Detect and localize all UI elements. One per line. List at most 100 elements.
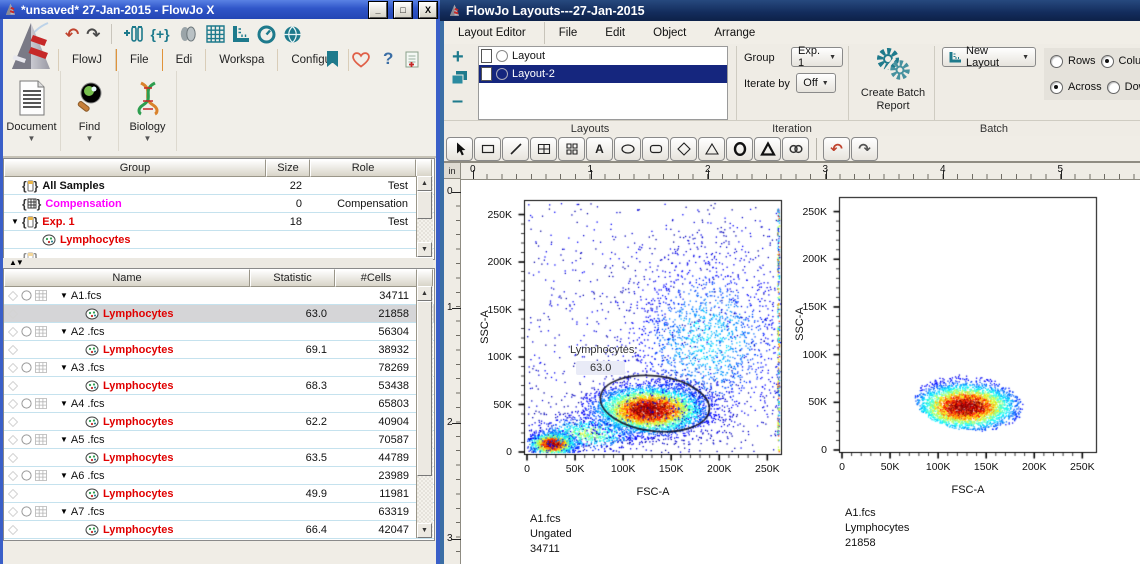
scroll-down-button[interactable]: ▼	[417, 242, 432, 257]
layout-item-layout-2[interactable]: Layout-2	[479, 65, 727, 83]
menu-file[interactable]: File	[545, 22, 592, 44]
layout-item-layout[interactable]: Layout	[479, 47, 727, 65]
copy-layout-button[interactable]	[451, 70, 469, 86]
sample-row[interactable]: ▼ A7 .fcs 63319	[4, 503, 434, 521]
gate-row[interactable]: Lymphocytes 63.0 21858	[4, 305, 434, 323]
schedule-button[interactable]	[257, 25, 276, 44]
group-row[interactable]: {} All Samples 22 Test	[4, 177, 434, 195]
document-button[interactable]: Document ▼	[3, 71, 61, 151]
grid-tool-button[interactable]	[558, 136, 585, 161]
dot-plot-1[interactable]	[512, 194, 794, 473]
add-group-button[interactable]: {+}	[151, 26, 170, 42]
remove-layout-button[interactable]: –	[452, 90, 463, 113]
group-col-group[interactable]: Group	[4, 159, 266, 177]
line-tool-button[interactable]	[502, 136, 529, 161]
group-col-role[interactable]: Role	[310, 159, 416, 177]
expander-icon[interactable]: ▼	[60, 507, 68, 516]
sample-row[interactable]: ▼ A1.fcs 34711	[4, 287, 434, 305]
radio-column[interactable]	[1100, 54, 1114, 68]
redo-button[interactable]: ↷	[86, 26, 100, 43]
tab-workspa[interactable]: Workspa	[206, 49, 279, 71]
iterate-by-dropdown[interactable]: Off ▼	[796, 73, 836, 93]
create-batch-report-button[interactable]: Create Batch Report	[856, 46, 930, 113]
globe-button[interactable]	[283, 25, 302, 44]
radio-rows[interactable]	[1050, 54, 1063, 68]
diamond-tool-button[interactable]	[670, 136, 697, 161]
table-tool-button[interactable]	[530, 136, 557, 161]
gate-row[interactable]: Lymphocytes 62.2 40904	[4, 413, 434, 431]
biology-button[interactable]: Biology ▼	[119, 71, 177, 151]
gate-row[interactable]: Lymphocytes 68.3 53438	[4, 377, 434, 395]
tab-edi[interactable]: Edi	[163, 49, 207, 71]
redo-button[interactable]: ↷	[851, 136, 878, 161]
link-tool-button[interactable]	[782, 136, 809, 161]
close-button[interactable]: X	[418, 0, 438, 19]
bookmark-button[interactable]	[326, 50, 339, 68]
undo-button[interactable]: ↶	[65, 26, 79, 43]
maximize-button[interactable]: □	[393, 0, 413, 19]
expander-icon[interactable]: ▼	[60, 399, 68, 408]
table-splitter[interactable]: ▲▼	[3, 258, 433, 268]
sample-row[interactable]: ▼ A6 .fcs 23989	[4, 467, 434, 485]
tab-file[interactable]: File	[116, 49, 163, 71]
group-row[interactable]: ▼{} Exp. 1 18 Test	[4, 213, 434, 231]
expander-icon[interactable]: ▼	[60, 327, 68, 336]
ellipse-tool-button[interactable]	[614, 136, 641, 161]
oval-gate-tool-button[interactable]	[726, 136, 753, 161]
group-table-scrollbar[interactable]: ▲ ▼	[416, 176, 433, 257]
radio-down[interactable]	[1106, 80, 1120, 94]
ruler-button[interactable]	[232, 25, 250, 43]
radio-across[interactable]	[1050, 80, 1063, 94]
sample-row[interactable]: ▼ A2 .fcs 56304	[4, 323, 434, 341]
group-dropdown[interactable]: Exp. 1 ▼	[791, 45, 843, 69]
expander-icon[interactable]: ▼	[60, 471, 68, 480]
expander-icon[interactable]: ▼	[11, 217, 19, 226]
text-tool-button[interactable]: A	[586, 136, 613, 161]
sample-row[interactable]: ▼ A5 .fcs 70587	[4, 431, 434, 449]
expander-icon[interactable]: ▼	[60, 435, 68, 444]
sample-col-statistic[interactable]: Statistic	[250, 269, 335, 287]
table-grid-button[interactable]	[205, 25, 225, 43]
layout-editor-titlebar[interactable]: FlowJo Layouts---27-Jan-2015	[440, 0, 1140, 21]
scroll-up-button[interactable]: ▲	[417, 286, 432, 301]
help-button[interactable]: ?	[383, 49, 393, 69]
menu-layout-editor[interactable]: Layout Editor	[444, 21, 545, 44]
gate-row[interactable]: Lymphocytes 63.5 44789	[4, 449, 434, 467]
flowjo-pyramid-logo[interactable]	[4, 21, 58, 71]
sample-col-name[interactable]: Name	[4, 269, 250, 287]
add-layout-button[interactable]: +	[452, 46, 464, 69]
menu-object[interactable]: Object	[639, 22, 700, 44]
workspace-titlebar[interactable]: *unsaved* 27-Jan-2015 - FlowJo X _ □ X	[0, 0, 440, 19]
rounded-rectangle-tool-button[interactable]	[642, 136, 669, 161]
pointer-tool-button[interactable]	[446, 136, 473, 161]
dot-plot-2[interactable]	[827, 191, 1109, 471]
scroll-up-button[interactable]: ▲	[417, 176, 432, 191]
binoculars-button[interactable]	[177, 25, 199, 43]
polygon-gate-tool-button[interactable]	[754, 136, 781, 161]
sample-table-scrollbar[interactable]: ▲ ▼	[416, 286, 433, 538]
rectangle-tool-button[interactable]	[474, 136, 501, 161]
new-layout-button[interactable]: New Layout ▼	[942, 45, 1036, 69]
gate-row[interactable]: Lymphocytes 69.1 38932	[4, 341, 434, 359]
menu-edit[interactable]: Edit	[591, 22, 639, 44]
scrollbar-thumb[interactable]	[417, 191, 432, 219]
group-row[interactable]: {} Compensation 0 Compensation	[4, 195, 434, 213]
find-button[interactable]: Find ▼	[61, 71, 119, 151]
gate-row[interactable]: Lymphocytes 66.4 42047	[4, 521, 434, 539]
scrollbar-thumb[interactable]	[417, 301, 432, 476]
tab-flowj[interactable]: FlowJ	[58, 49, 117, 71]
group-row[interactable]: Lymphocytes	[4, 231, 434, 249]
expander-icon[interactable]: ▼	[60, 291, 68, 300]
expander-icon[interactable]: ▼	[60, 363, 68, 372]
gate-row[interactable]: Lymphocytes 49.9 11981	[4, 485, 434, 503]
report-button[interactable]	[405, 51, 420, 68]
menu-arrange[interactable]: Arrange	[700, 22, 769, 44]
triangle-tool-button[interactable]	[698, 136, 725, 161]
heart-button[interactable]	[351, 51, 371, 68]
minimize-button[interactable]: _	[368, 0, 388, 19]
scroll-down-button[interactable]: ▼	[417, 523, 432, 538]
add-sample-button[interactable]	[122, 24, 144, 44]
sample-col-cells[interactable]: #Cells	[335, 269, 417, 287]
group-col-size[interactable]: Size	[266, 159, 310, 177]
undo-button[interactable]: ↶	[823, 136, 850, 161]
